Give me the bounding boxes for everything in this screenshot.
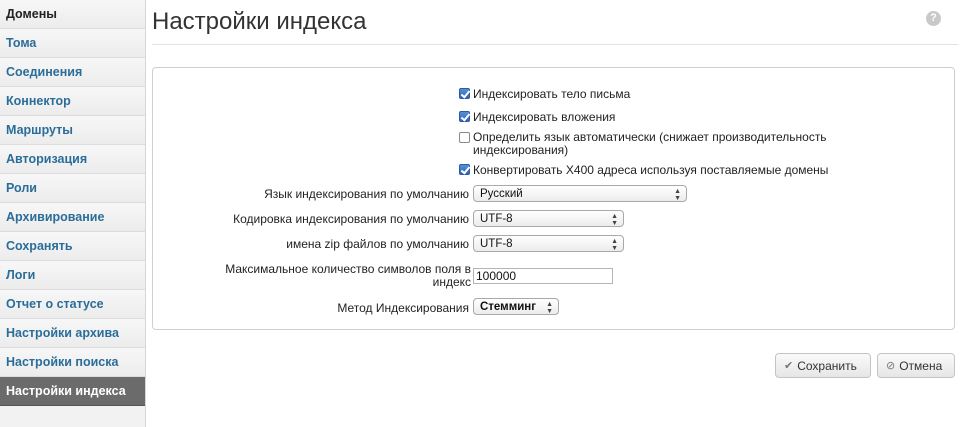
select-arrows-icon: ▲ ▼ [674,188,681,202]
index-attachments-label: Индексировать вложения [473,110,616,124]
cancel-label: Отмена [899,358,943,373]
convert-x400-label: Конвертировать X400 адреса используя пос… [473,163,829,177]
detect-language-label: Определить язык автоматически (снижает п… [473,130,827,157]
sidebar-item-retention[interactable]: Сохранять [0,232,145,261]
encoding-label: Кодировка индексирования по умолчанию [233,212,469,226]
zip-names-label: имена zip файлов по умолчанию [286,237,469,251]
sidebar-item-status-report[interactable]: Отчет о статусе [0,290,145,319]
sidebar-item-volumes[interactable]: Тома [0,29,145,58]
select-arrows-icon: ▲ ▼ [546,301,553,315]
select-arrows-icon: ▲ ▼ [611,238,618,252]
detect-language-checkbox[interactable] [459,132,470,143]
encoding-select[interactable]: UTF-8 ▲ ▼ [473,210,624,227]
sidebar-item-logs[interactable]: Логи [0,261,145,290]
sidebar-item-archiving[interactable]: Архивирование [0,203,145,232]
zip-names-select[interactable]: UTF-8 ▲ ▼ [473,235,624,252]
checkbox-row-convert-x400[interactable]: Конвертировать X400 адреса используя пос… [459,163,828,177]
index-body-label: Индексировать тело письма [473,87,631,101]
check-icon: ✔ [784,360,794,372]
language-label: Язык индексирования по умолчанию [264,187,469,201]
header-divider [152,44,958,45]
convert-x400-checkbox[interactable] [459,164,470,175]
sidebar: Домены Тома Соединения Коннектор Маршрут… [0,0,146,427]
zip-names-value: UTF-8 [480,238,513,250]
select-arrows-icon: ▲ ▼ [611,213,618,227]
index-attachments-checkbox[interactable] [459,111,470,122]
help-icon[interactable]: ? [926,11,941,26]
method-label: Метод Индексирования [337,301,469,315]
save-label: Сохранить [797,358,857,373]
sidebar-item-search-settings[interactable]: Настройки поиска [0,348,145,377]
encoding-value: UTF-8 [480,213,513,225]
sidebar-item-routes[interactable]: Маршруты [0,116,145,145]
sidebar-item-domains[interactable]: Домены [0,0,145,29]
max-chars-input[interactable] [473,268,613,284]
index-body-checkbox[interactable] [459,88,470,99]
sidebar-item-connections[interactable]: Соединения [0,58,145,87]
save-button[interactable]: ✔ Сохранить [775,353,871,378]
language-select[interactable]: Русский ▲ ▼ [473,185,687,202]
max-chars-label: Максимальное количество символов поля в … [225,262,471,289]
sidebar-item-roles[interactable]: Роли [0,174,145,203]
page-title: Настройки индекса [152,8,367,35]
cancel-button[interactable]: ⊘ Отмена [877,353,955,378]
sidebar-item-connector[interactable]: Коннектор [0,87,145,116]
sidebar-item-authorization[interactable]: Авторизация [0,145,145,174]
checkbox-row-index-body[interactable]: Индексировать тело письма [459,87,630,101]
checkbox-row-index-attachments[interactable]: Индексировать вложения [459,110,615,124]
language-value: Русский [480,188,523,200]
sidebar-item-index-settings[interactable]: Настройки индекса [0,377,145,406]
cancel-icon: ⊘ [886,360,896,372]
checkbox-row-detect-language[interactable]: Определить язык автоматически (снижает п… [459,131,859,157]
method-select[interactable]: Стемминг ▲ ▼ [473,298,559,315]
index-settings-panel: Индексировать тело письма Индексировать … [152,67,955,330]
sidebar-item-archive-settings[interactable]: Настройки архива [0,319,145,348]
method-value: Стемминг [480,301,537,313]
